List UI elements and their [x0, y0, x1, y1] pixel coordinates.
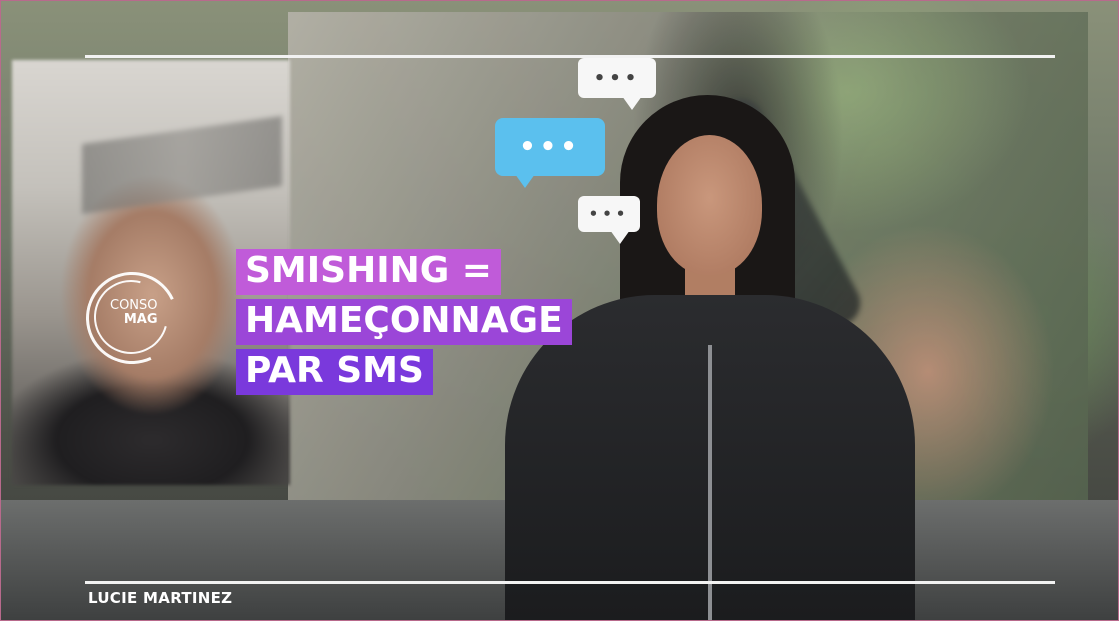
- title-line-2: HAMEÇONNAGE: [236, 299, 572, 345]
- title-line-1: SMISHING =: [236, 249, 501, 295]
- chat-bubble-icon: •••: [495, 118, 605, 188]
- top-frame-line: [85, 55, 1055, 58]
- presenter-name-label: LUCIE MARTINEZ: [88, 589, 233, 607]
- logo-text: CONSO MAG: [110, 299, 158, 327]
- chat-bubble-icon: •••: [578, 58, 656, 110]
- video-frame: ••• ••• ••• CONSO MAG SMISHING = HAMEÇON…: [0, 0, 1119, 621]
- bubble-dots: •••: [593, 67, 641, 89]
- presenter-face: [657, 135, 762, 275]
- bubble-dots: •••: [519, 132, 581, 162]
- topic-title: SMISHING = HAMEÇONNAGE PAR SMS: [236, 249, 572, 399]
- bottom-frame-line: [85, 581, 1055, 584]
- conso-mag-logo: CONSO MAG: [73, 259, 191, 377]
- bubble-dots: •••: [588, 205, 630, 223]
- jacket-zipper: [708, 345, 712, 621]
- chat-bubble-icon: •••: [578, 196, 640, 244]
- logo-text-bottom: MAG: [123, 312, 158, 327]
- logo-text-top: CONSO: [110, 298, 158, 313]
- ceiling-lamp-image: [82, 115, 282, 215]
- title-line-3: PAR SMS: [236, 349, 433, 395]
